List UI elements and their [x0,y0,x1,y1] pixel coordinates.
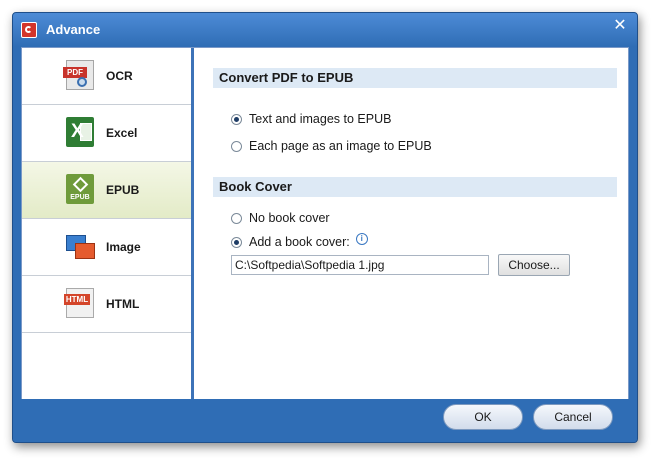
epub-icon: EPUB [66,174,94,204]
radio-no-cover[interactable]: No book cover [231,209,330,227]
sidebar-item-label: HTML [106,297,140,311]
dialog-body: PDF OCR X Excel EPUB EPUB Image HTML HTM… [21,47,629,401]
image-icon [66,231,95,261]
cover-section-header: Book Cover [213,177,617,197]
radio-add-cover[interactable]: Add a book cover: i [231,233,368,251]
close-button[interactable]: ✕ [607,15,633,37]
radio-page-image[interactable]: Each page as an image to EPUB [231,137,432,155]
sidebar-item-excel[interactable]: X Excel [22,105,191,162]
choose-file-button[interactable]: Choose... [498,254,570,276]
sidebar-item-ocr[interactable]: PDF OCR [22,48,191,105]
radio-label: Add a book cover: [249,235,350,249]
sidebar-item-label: Excel [106,126,138,140]
ok-button[interactable]: OK [443,404,523,430]
dialog-title: Advance [46,22,101,37]
sidebar-item-html[interactable]: HTML HTML [22,276,191,333]
convert-section-header: Convert PDF to EPUB [213,68,617,88]
dialog-footer: OK Cancel [13,399,637,442]
title-bar: Advance ✕ [13,13,637,47]
cancel-button[interactable]: Cancel [533,404,613,430]
pdf-ocr-icon: PDF [63,60,94,90]
info-icon[interactable]: i [355,233,368,245]
radio-button-checked[interactable] [231,113,242,125]
radio-label: Each page as an image to EPUB [249,139,432,153]
sidebar-item-label: Image [106,240,141,254]
excel-icon: X [66,117,94,147]
epub-settings-panel: Convert PDF to EPUB Text and images to E… [203,48,628,399]
sidebar-item-epub[interactable]: EPUB EPUB [22,162,191,219]
radio-label: No book cover [249,211,330,225]
app-logo-icon [21,22,37,38]
html-icon: HTML [64,288,94,318]
format-sidebar: PDF OCR X Excel EPUB EPUB Image HTML HTM… [22,48,194,399]
sidebar-item-label: OCR [106,69,133,83]
radio-button[interactable] [231,212,242,224]
radio-label: Text and images to EPUB [249,112,392,126]
sidebar-item-image[interactable]: Image [22,219,191,276]
radio-button[interactable] [231,140,242,152]
radio-text-images[interactable]: Text and images to EPUB [231,110,391,128]
cover-path-input[interactable] [231,255,489,275]
sidebar-item-label: EPUB [106,183,140,197]
advance-dialog: Advance ✕ PDF OCR X Excel EPUB EPUB Imag… [12,12,638,443]
radio-button-checked[interactable] [231,236,242,248]
